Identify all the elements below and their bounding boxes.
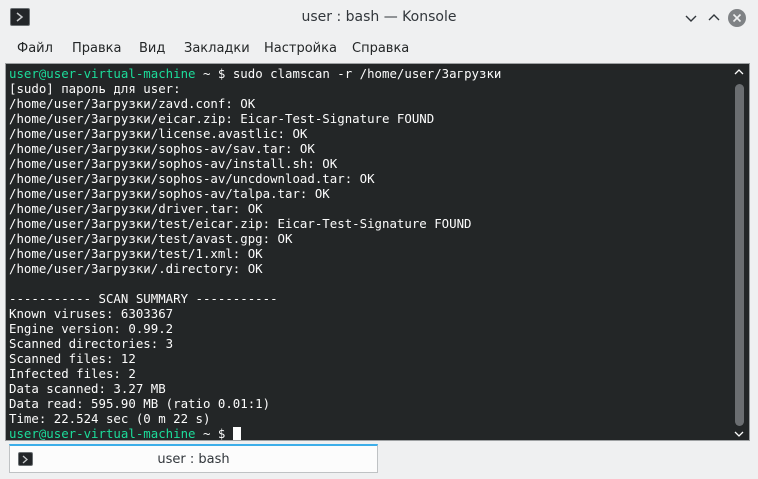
menu-file[interactable]: Файл (17, 41, 53, 56)
chevron-up-icon (708, 14, 720, 21)
output-line: Infected files: 2 (9, 366, 136, 381)
output-line: [sudo] пароль для user: (9, 81, 181, 96)
scroll-up-button[interactable] (732, 66, 746, 78)
output-line: Data read: 595.90 MB (ratio 0.01:1) (9, 396, 271, 411)
window-title: user : bash — Konsole (301, 9, 457, 25)
menu-view[interactable]: Вид (139, 41, 165, 56)
tab-label: user : bash (157, 452, 230, 467)
menu-help[interactable]: Справка (352, 41, 409, 56)
output-line: ----------- SCAN SUMMARY ----------- (9, 291, 278, 306)
output-line: /home/user/Загрузки/license.avastlic: OK (9, 126, 308, 141)
tab-user-bash[interactable]: user : bash (9, 444, 378, 473)
menu-bookmarks[interactable]: Закладки (184, 41, 250, 56)
output-line: /home/user/Загрузки/driver.tar: OK (9, 201, 263, 216)
output-line: /home/user/Загрузки/sophos-av/uncdownloa… (9, 171, 375, 186)
chevron-down-icon (734, 431, 744, 437)
output-line: /home/user/Загрузки/test/avast.gpg: OK (9, 231, 293, 246)
chevron-up-icon (734, 69, 744, 75)
text-cursor (232, 427, 241, 440)
command-text: sudo clamscan -r /home/user/Загрузки (232, 66, 502, 81)
scrollbar-handle[interactable] (735, 84, 744, 426)
output-line: /home/user/Загрузки/sophos-av/talpa.tar:… (9, 186, 330, 201)
prompt-path: ~ $ (195, 66, 233, 81)
chevron-down-icon (685, 15, 697, 22)
tab-bar: user : bash (0, 441, 758, 479)
output-line: Scanned files: 12 (9, 351, 136, 366)
final-prompt-path: ~ $ (195, 426, 233, 441)
terminal-view[interactable]: user@user-virtual-machine ~ $ sudo clams… (5, 63, 750, 441)
output-line: /home/user/Загрузки/eicar.zip: Eicar-Tes… (9, 111, 435, 126)
final-prompt-user: user@user-virtual-machine (9, 426, 196, 441)
output-line: Time: 22.524 sec (0 m 22 s) (9, 411, 211, 426)
menu-bar: Файл Правка Вид Закладки Настройка Справ… (0, 34, 758, 62)
minimize-button[interactable] (682, 9, 700, 27)
output-line: /home/user/Загрузки/sophos-av/sav.tar: O… (9, 141, 315, 156)
scroll-down-button[interactable] (732, 428, 746, 440)
menu-settings[interactable]: Настройка (264, 41, 337, 56)
output-line: /home/user/Загрузки/test/eicar.zip: Eica… (9, 216, 472, 231)
output-line: /home/user/Загрузки/zavd.conf: OK (9, 96, 256, 111)
close-button[interactable] (728, 9, 746, 27)
output-line: /home/user/Загрузки/.directory: OK (9, 261, 263, 276)
output-line: Data scanned: 3.27 MB (9, 381, 166, 396)
maximize-button[interactable] (705, 9, 723, 27)
title-bar[interactable]: user : bash — Konsole (0, 0, 758, 34)
output-line: Scanned directories: 3 (9, 336, 174, 351)
close-icon (732, 13, 742, 23)
prompt-user: user@user-virtual-machine (9, 66, 196, 81)
output-line: Known viruses: 6303367 (9, 306, 174, 321)
terminal-output: user@user-virtual-machine ~ $ sudo clams… (9, 66, 501, 441)
output-line: /home/user/Загрузки/test/1.xml: OK (9, 246, 263, 261)
output-line: Engine version: 0.99.2 (9, 321, 174, 336)
output-line: /home/user/Загрузки/sophos-av/install.sh… (9, 156, 338, 171)
terminal-scrollbar[interactable] (732, 64, 746, 440)
menu-edit[interactable]: Правка (72, 41, 121, 56)
